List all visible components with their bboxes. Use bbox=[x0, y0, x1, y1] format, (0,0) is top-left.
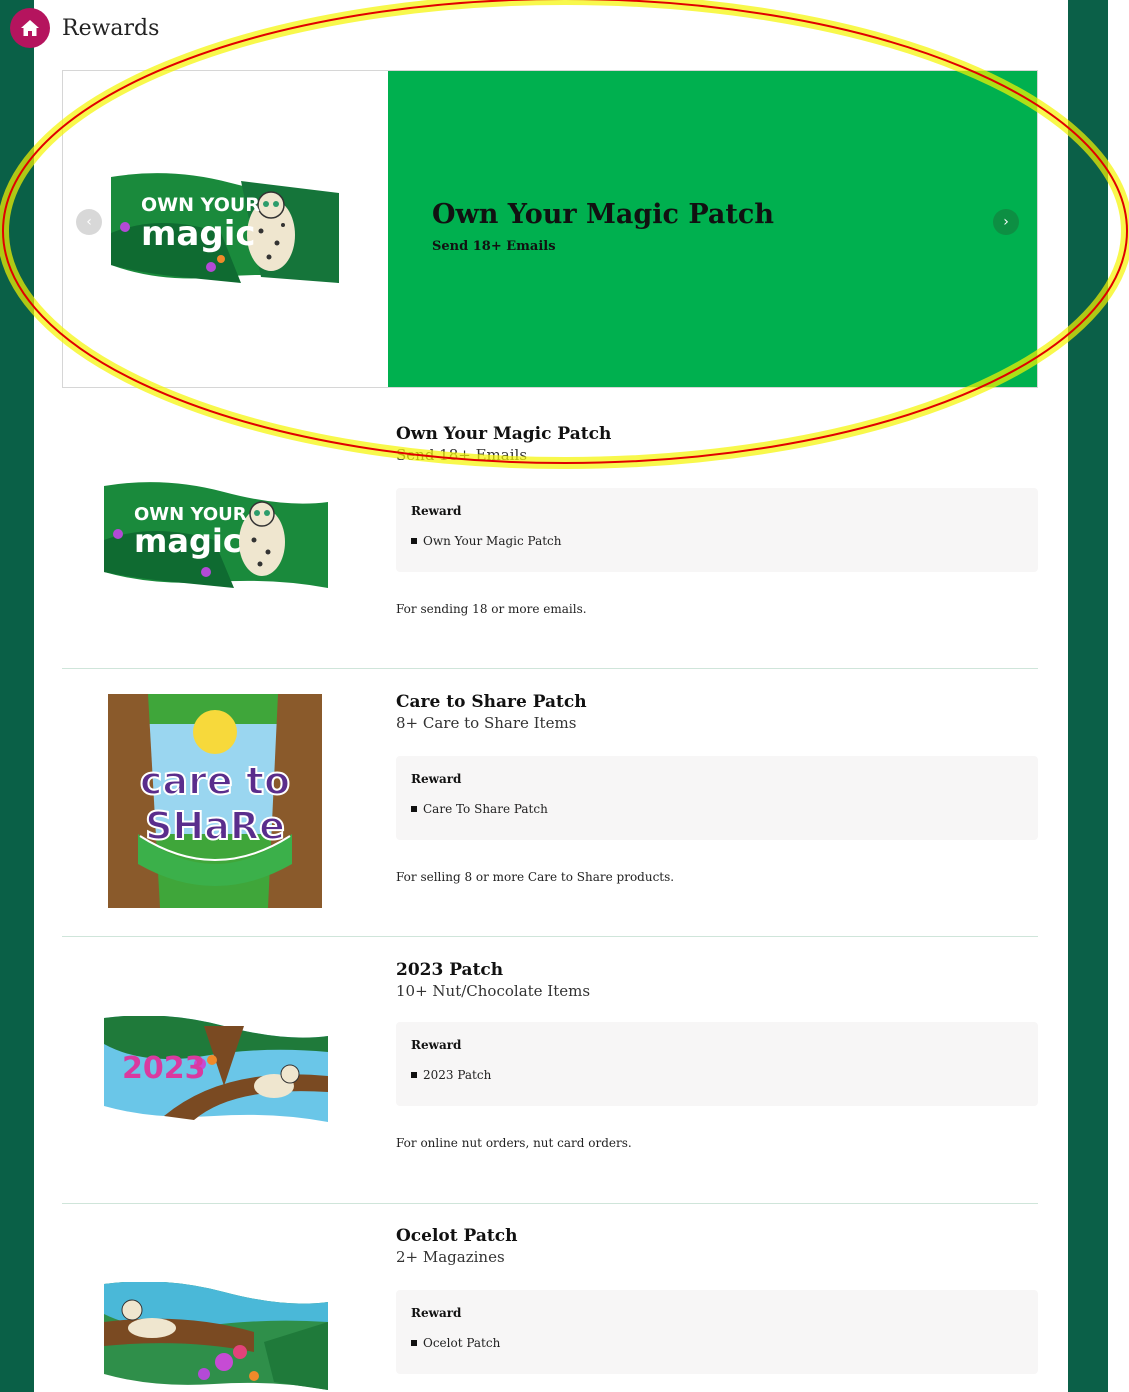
home-icon[interactable] bbox=[10, 8, 50, 48]
carousel-next-button[interactable]: › bbox=[993, 209, 1019, 235]
reward-description: For selling 8 or more Care to Share prod… bbox=[396, 870, 675, 884]
reward-box: Reward Own Your Magic Patch bbox=[396, 488, 1038, 572]
bullet-icon bbox=[411, 538, 417, 544]
reward-description: For online nut orders, nut card orders. bbox=[396, 1136, 632, 1150]
svg-text:SHaRe: SHaRe bbox=[145, 804, 285, 848]
own-your-magic-patch-image: OWN YOUR magic bbox=[104, 482, 328, 588]
reward-item-own-your-magic: OWN YOUR magic Own Your Magic Patch Send… bbox=[62, 420, 1038, 670]
reward-label: Reward bbox=[411, 772, 462, 786]
svg-text:care to: care to bbox=[140, 759, 290, 803]
reward-subtitle: 10+ Nut/Chocolate Items bbox=[396, 982, 591, 1000]
svg-text:2023: 2023 bbox=[122, 1051, 206, 1086]
reward-subtitle: 2+ Magazines bbox=[396, 1248, 505, 1266]
bullet-icon bbox=[411, 1072, 417, 1078]
carousel-image-area: OWN YOUR magic ‹ bbox=[63, 71, 388, 387]
reward-item-2023: 2023 2023 Patch 10+ Nut/Chocolate Items … bbox=[62, 956, 1038, 1206]
page-background-right bbox=[1068, 0, 1108, 1392]
reward-title: Care to Share Patch bbox=[396, 692, 587, 712]
care-to-share-patch-image: care to SHaRe bbox=[108, 694, 322, 908]
carousel-title: Own Your Magic Patch bbox=[432, 199, 774, 230]
carousel-prev-button[interactable]: ‹ bbox=[76, 209, 102, 235]
reward-carousel: OWN YOUR magic ‹ Own Your Magic Patch Se… bbox=[62, 70, 1038, 388]
reward-description: For sending 18 or more emails. bbox=[396, 602, 587, 616]
reward-list-item: 2023 Patch bbox=[411, 1068, 491, 1082]
reward-subtitle: 8+ Care to Share Items bbox=[396, 714, 577, 732]
reward-label: Reward bbox=[411, 1306, 462, 1320]
bullet-icon bbox=[411, 1340, 417, 1346]
bullet-icon bbox=[411, 806, 417, 812]
chevron-left-icon: ‹ bbox=[86, 214, 92, 230]
reward-item-ocelot: Ocelot Patch 2+ Magazines Reward Ocelot … bbox=[62, 1224, 1038, 1392]
reward-list-item: Own Your Magic Patch bbox=[411, 534, 562, 548]
reward-box: Reward Ocelot Patch bbox=[396, 1290, 1038, 1374]
svg-text:magic: magic bbox=[141, 214, 256, 254]
reward-list-item: Care To Share Patch bbox=[411, 802, 548, 816]
reward-subtitle: Send 18+ Emails bbox=[396, 446, 528, 464]
reward-title: Own Your Magic Patch bbox=[396, 424, 612, 444]
reward-box: Reward 2023 Patch bbox=[396, 1022, 1038, 1106]
divider bbox=[62, 668, 1038, 669]
reward-box: Reward Care To Share Patch bbox=[396, 756, 1038, 840]
svg-text:OWN YOUR: OWN YOUR bbox=[141, 194, 260, 216]
reward-label: Reward bbox=[411, 1038, 462, 1052]
svg-text:magic: magic bbox=[134, 522, 242, 560]
divider bbox=[62, 936, 1038, 937]
ocelot-patch-image bbox=[104, 1282, 328, 1390]
reward-label: Reward bbox=[411, 504, 462, 518]
reward-item-care-to-share: care to SHaRe Care to Share Patch 8+ Car… bbox=[62, 688, 1038, 938]
page-background-edge bbox=[1108, 0, 1129, 1392]
carousel-subtitle: Send 18+ Emails bbox=[432, 239, 556, 254]
own-your-magic-patch-image: OWN YOUR magic bbox=[111, 173, 339, 283]
divider bbox=[62, 1203, 1038, 1204]
chevron-right-icon: › bbox=[1003, 214, 1009, 230]
carousel-slide-info: Own Your Magic Patch Send 18+ Emails › bbox=[388, 71, 1037, 387]
reward-title: Ocelot Patch bbox=[396, 1226, 518, 1246]
page-background-left bbox=[0, 0, 34, 1392]
reward-list-item: Ocelot Patch bbox=[411, 1336, 500, 1350]
page-title: Rewards bbox=[62, 15, 160, 41]
reward-title: 2023 Patch bbox=[396, 960, 504, 980]
2023-patch-image: 2023 bbox=[104, 1016, 328, 1122]
page-header: Rewards bbox=[10, 8, 160, 48]
